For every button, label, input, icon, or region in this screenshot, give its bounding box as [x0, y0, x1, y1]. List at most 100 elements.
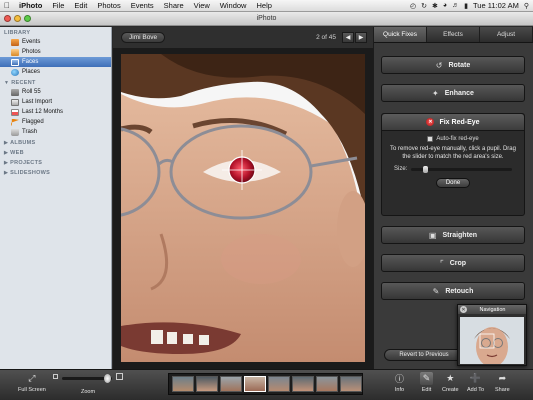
- sidebar-item-trash[interactable]: Trash: [0, 127, 111, 137]
- create-button[interactable]: ★ Create: [442, 372, 459, 393]
- tab-effects[interactable]: Effects: [427, 27, 480, 42]
- tab-quick-fixes[interactable]: Quick Fixes: [374, 27, 427, 42]
- sidebar-item-label: Last Import: [22, 99, 53, 105]
- menu-edit[interactable]: Edit: [69, 1, 92, 10]
- menu-file[interactable]: File: [47, 1, 69, 10]
- arrow-right-icon: ▶: [358, 35, 364, 41]
- window-title-bar: iPhoto: [0, 12, 533, 26]
- filmstrip-thumbnail[interactable]: [292, 376, 314, 392]
- menu-view[interactable]: View: [189, 1, 215, 10]
- sidebar-item-events[interactable]: Events: [0, 37, 111, 47]
- enhance-button[interactable]: ✦ Enhance: [381, 84, 525, 102]
- section-slideshows[interactable]: ▶ SLIDESHOWS: [0, 167, 111, 177]
- straighten-button[interactable]: ▣ Straighten: [381, 226, 525, 244]
- navigation-thumbnail[interactable]: [460, 317, 524, 364]
- menu-window[interactable]: Window: [215, 1, 252, 10]
- sidebar-item-faces[interactable]: Faces: [0, 57, 111, 67]
- edited-photo[interactable]: [121, 54, 365, 362]
- auto-fix-checkbox[interactable]: [427, 136, 434, 142]
- spotlight-icon[interactable]: ⚲: [524, 2, 529, 10]
- menu-clock[interactable]: Tue 11:02 AM: [473, 1, 519, 10]
- filmstrip-thumbnail[interactable]: [340, 376, 362, 392]
- pencil-icon: ✎: [420, 372, 433, 385]
- size-slider-thumb[interactable]: [423, 165, 429, 173]
- section-library[interactable]: LIBRARY: [0, 27, 111, 37]
- sidebar-item-label: Faces: [22, 59, 39, 65]
- battery-icon[interactable]: ▮: [464, 2, 468, 10]
- close-window-button[interactable]: [4, 15, 11, 22]
- crop-icon: ⌜: [439, 258, 444, 268]
- filmstrip-thumbnail-current[interactable]: [244, 376, 266, 392]
- sidebar-item-last-12-months[interactable]: Last 12 Months: [0, 107, 111, 117]
- share-button[interactable]: ➦ Share: [495, 372, 510, 393]
- full-screen-icon: ⤢: [28, 373, 36, 383]
- close-icon[interactable]: ✕: [460, 306, 467, 313]
- time-machine-icon[interactable]: ◴: [410, 2, 416, 10]
- sync-icon[interactable]: ↻: [421, 2, 427, 10]
- disclosure-closed-icon: ▶: [4, 160, 9, 166]
- filmstrip-thumbnail[interactable]: [172, 376, 194, 392]
- sidebar-item-label: Places: [22, 69, 41, 75]
- previous-photo-button[interactable]: ◀: [342, 32, 354, 43]
- sidebar-item-flagged[interactable]: Flagged: [0, 117, 111, 127]
- zoom-in-icon[interactable]: [116, 373, 123, 380]
- fix-red-eye-label: Fix Red-Eye: [439, 118, 480, 126]
- retouch-button[interactable]: ✎ Retouch: [381, 282, 525, 300]
- rotate-button[interactable]: ↺ Rotate: [381, 56, 525, 74]
- revert-to-previous-button[interactable]: Revert to Previous: [384, 349, 464, 361]
- filmstrip-thumbnail[interactable]: [220, 376, 242, 392]
- wifi-icon[interactable]: ◕: [443, 2, 447, 9]
- zoom-window-button[interactable]: [24, 15, 31, 22]
- calendar-icon: [11, 108, 19, 116]
- add-to-button[interactable]: ➕ Add To: [467, 372, 484, 393]
- add-to-label: Add To: [467, 387, 485, 393]
- section-albums[interactable]: ▶ ALBUMS: [0, 137, 111, 147]
- menu-app[interactable]: iPhoto: [14, 1, 47, 10]
- sidebar-item-label: Roll 55: [22, 89, 41, 95]
- sidebar-item-label: Trash: [22, 129, 38, 135]
- fix-red-eye-header[interactable]: ✕ Fix Red-Eye: [382, 114, 524, 131]
- crop-button[interactable]: ⌜ Crop: [381, 254, 525, 272]
- filmstrip-thumbnail[interactable]: [196, 376, 218, 392]
- viewer-header: Jimi Bove 2 of 45 ◀ ▶: [113, 27, 373, 48]
- tab-adjust[interactable]: Adjust: [480, 27, 533, 42]
- minimize-window-button[interactable]: [14, 15, 21, 22]
- info-button[interactable]: ⓘ Info: [393, 372, 406, 393]
- event-name-button[interactable]: Jimi Bove: [121, 32, 166, 43]
- section-web[interactable]: ▶ WEB: [0, 147, 111, 157]
- menu-photos[interactable]: Photos: [92, 1, 125, 10]
- red-eye-icon: ✕: [426, 118, 435, 126]
- filmstrip-thumbnail[interactable]: [268, 376, 290, 392]
- sidebar-item-label: Flagged: [22, 119, 44, 125]
- faces-icon: [11, 58, 19, 66]
- volume-icon[interactable]: ♬: [452, 2, 459, 9]
- zoom-label: Zoom: [81, 389, 96, 395]
- edit-button[interactable]: ✎ Edit: [420, 372, 433, 393]
- zoom-slider-thumb[interactable]: [104, 374, 111, 383]
- size-slider[interactable]: [411, 165, 512, 173]
- menu-events[interactable]: Events: [126, 1, 159, 10]
- section-recent[interactable]: ▼ RECENT: [0, 77, 111, 87]
- zoom-out-icon[interactable]: [53, 374, 58, 379]
- magic-wand-icon: ✦: [432, 88, 439, 98]
- sidebar-item-roll[interactable]: Roll 55: [0, 87, 111, 97]
- sidebar-item-photos[interactable]: Photos: [0, 47, 111, 57]
- auto-fix-label: Auto-fix red-eye: [436, 136, 479, 142]
- navigation-window[interactable]: ✕ Navigation: [457, 304, 527, 366]
- section-projects[interactable]: ▶ PROJECTS: [0, 157, 111, 167]
- menu-help[interactable]: Help: [251, 1, 276, 10]
- bluetooth-icon[interactable]: ✱: [432, 2, 438, 10]
- filmstrip[interactable]: [168, 373, 363, 395]
- full-screen-button[interactable]: ⤢ Full Screen: [18, 372, 46, 393]
- sidebar-item-places[interactable]: Places: [0, 67, 111, 77]
- share-icon: ➦: [498, 373, 507, 383]
- straighten-label: Straighten: [442, 231, 478, 239]
- filmstrip-thumbnail[interactable]: [316, 376, 338, 392]
- apple-menu-icon[interactable]: : [0, 1, 14, 10]
- next-photo-button[interactable]: ▶: [355, 32, 367, 43]
- create-label: Create: [442, 387, 459, 393]
- sidebar-item-last-import[interactable]: Last Import: [0, 97, 111, 107]
- menu-share[interactable]: Share: [159, 1, 189, 10]
- zoom-slider[interactable]: [62, 374, 112, 383]
- done-button[interactable]: Done: [436, 178, 470, 188]
